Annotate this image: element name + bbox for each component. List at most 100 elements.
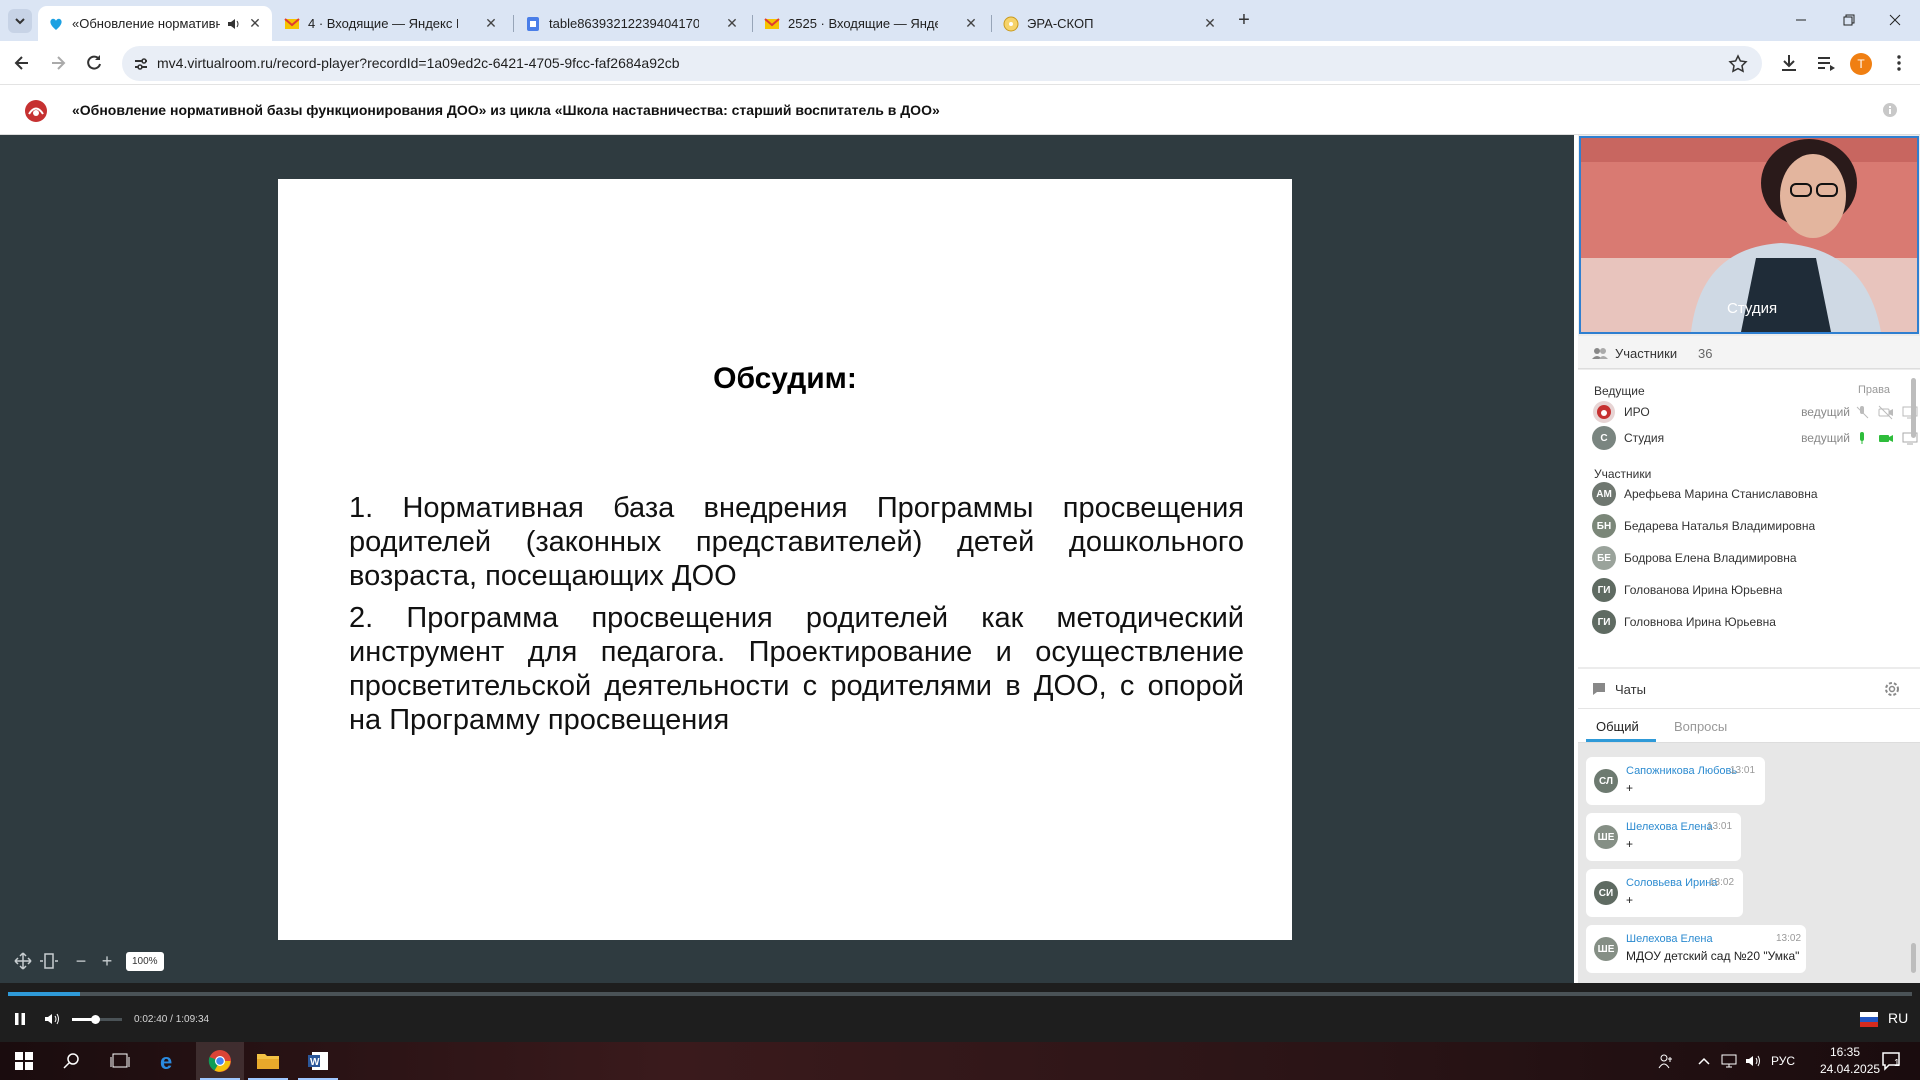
- clock[interactable]: 16:35 24.04.2025: [1820, 1044, 1880, 1078]
- participant-role: ведущий: [1801, 405, 1850, 419]
- camera-off-icon[interactable]: [1878, 404, 1894, 420]
- close-tab-icon[interactable]: ✕: [964, 16, 978, 30]
- tab-search-button[interactable]: [8, 9, 32, 33]
- iro-logo-icon: [1593, 401, 1615, 423]
- input-language[interactable]: РУС: [1771, 1054, 1795, 1068]
- zoom-in-button[interactable]: +: [96, 950, 118, 972]
- participant-name: Бодрова Елена Владимировна: [1624, 551, 1797, 565]
- close-tab-icon[interactable]: ✕: [248, 16, 262, 30]
- url-text[interactable]: mv4.virtualroom.ru/record-player?recordI…: [157, 55, 680, 71]
- chat-message: СЛ Сапожникова Любовь 13:01 +: [1586, 757, 1765, 805]
- chevron-up-icon[interactable]: [1697, 1054, 1711, 1068]
- message-time: 13:02: [1776, 933, 1802, 944]
- pause-button[interactable]: [12, 1011, 28, 1027]
- chrome-taskbar-button[interactable]: [196, 1042, 244, 1080]
- restore-icon: [1843, 14, 1855, 26]
- participant-row[interactable]: ГИ Голованова Ирина Юрьевна: [1592, 578, 1892, 602]
- tab-title: ЭРА-СКОП: [1027, 16, 1094, 31]
- avatar: ГИ: [1592, 610, 1616, 634]
- address-bar[interactable]: mv4.virtualroom.ru/record-player?recordI…: [122, 46, 1762, 81]
- site-settings-icon[interactable]: [132, 55, 150, 73]
- notification-icon: [1882, 1052, 1900, 1071]
- browser-tab[interactable]: 4 · Входящие — Яндекс Почта ✕: [274, 6, 508, 41]
- message-text: +: [1626, 837, 1634, 851]
- zoom-out-button[interactable]: −: [70, 950, 92, 972]
- action-center-button[interactable]: 1: [1880, 1050, 1904, 1072]
- start-button[interactable]: [0, 1042, 48, 1080]
- chat-message: ШЕ Шелехова Елена 13:02 МДОУ детский сад…: [1586, 925, 1806, 973]
- clock-time: 16:35: [1829, 1045, 1861, 1059]
- volume-slider[interactable]: [72, 1015, 122, 1024]
- fit-width-icon: [40, 953, 58, 969]
- minimize-button[interactable]: [1788, 8, 1814, 32]
- tab-general[interactable]: Общий: [1596, 719, 1639, 734]
- russian-flag-icon[interactable]: [1860, 1010, 1878, 1028]
- reload-button[interactable]: [82, 51, 106, 75]
- speaker-tray-icon[interactable]: [1744, 1053, 1762, 1069]
- slide-item-2: 2. Программа просвещения родителей как м…: [349, 602, 1244, 736]
- back-button[interactable]: [10, 51, 34, 75]
- message-time: 13:02: [1709, 877, 1735, 888]
- speaker-icon[interactable]: [226, 17, 240, 31]
- tab-title: table8639321223940417089.xls: [549, 16, 699, 31]
- player-language[interactable]: RU: [1888, 1010, 1908, 1026]
- page-header: «Обновление нормативной базы функциониро…: [0, 85, 1920, 135]
- gear-icon[interactable]: [1883, 680, 1901, 698]
- host-row[interactable]: С Студия ведущий: [1592, 426, 1918, 450]
- network-icon[interactable]: [1720, 1053, 1738, 1069]
- participant-row[interactable]: ГИ Головнова Ирина Юрьевна: [1592, 610, 1892, 634]
- avatar: АМ: [1592, 482, 1616, 506]
- browser-tab[interactable]: table8639321223940417089.xls ✕: [515, 6, 749, 41]
- participant-row[interactable]: АМ Арефьева Марина Станиславовна: [1592, 482, 1892, 506]
- avatar: ГИ: [1592, 578, 1616, 602]
- close-tab-icon[interactable]: ✕: [725, 16, 739, 30]
- people-tray-icon[interactable]: [1658, 1053, 1674, 1069]
- browser-menu-button[interactable]: [1888, 52, 1910, 74]
- browser-tab[interactable]: «Обновление нормативно ✕: [38, 6, 272, 41]
- host-row[interactable]: ИРО ведущий: [1592, 400, 1918, 424]
- participants-scrollbar[interactable]: [1911, 378, 1916, 438]
- folder-icon: [257, 1054, 279, 1069]
- page-title: «Обновление нормативной базы функциониро…: [72, 102, 940, 118]
- volume-knob[interactable]: [90, 1015, 100, 1024]
- mic-on-icon[interactable]: [1854, 430, 1870, 446]
- chat-message: ШЕ Шелехова Елена 13:01 +: [1586, 813, 1741, 861]
- chat-scrollbar[interactable]: [1911, 943, 1916, 973]
- volume-button[interactable]: [43, 1010, 61, 1028]
- new-tab-button[interactable]: +: [1234, 10, 1254, 30]
- progress-bar[interactable]: [8, 992, 1912, 996]
- svg-text:W: W: [310, 1057, 320, 1068]
- close-tab-icon[interactable]: ✕: [484, 16, 498, 30]
- explorer-taskbar-button[interactable]: [244, 1042, 292, 1080]
- profile-avatar[interactable]: Т: [1850, 53, 1872, 75]
- forward-button[interactable]: [46, 51, 70, 75]
- participant-row[interactable]: БЕ Бодрова Елена Владимировна: [1592, 546, 1892, 570]
- rights-label: Права: [1858, 384, 1890, 396]
- message-author: Шелехова Елена: [1626, 821, 1713, 833]
- active-tab-indicator: [1586, 739, 1656, 742]
- task-view-button[interactable]: [96, 1042, 144, 1080]
- restore-button[interactable]: [1836, 8, 1862, 32]
- media-controls-button[interactable]: [1815, 52, 1837, 74]
- close-window-button[interactable]: [1882, 8, 1908, 32]
- close-tab-icon[interactable]: ✕: [1203, 16, 1217, 30]
- participant-row[interactable]: БН Бедарева Наталья Владимировна: [1592, 514, 1892, 538]
- downloads-button[interactable]: [1778, 52, 1800, 74]
- browser-tab[interactable]: 2525 · Входящие — Яндекс По ✕: [754, 6, 988, 41]
- participants-group-label: Участники: [1594, 467, 1652, 481]
- tab-questions[interactable]: Вопросы: [1674, 719, 1727, 734]
- search-button[interactable]: [48, 1042, 96, 1080]
- camera-on-icon[interactable]: [1878, 430, 1894, 446]
- word-taskbar-button[interactable]: W: [294, 1042, 342, 1080]
- info-icon[interactable]: [1882, 102, 1898, 118]
- edge-taskbar-button[interactable]: e: [144, 1042, 192, 1080]
- task-view-icon: [110, 1053, 130, 1068]
- fit-screen-button[interactable]: [12, 950, 34, 972]
- mic-off-icon[interactable]: [1854, 404, 1870, 420]
- zoom-level: 100%: [126, 951, 164, 971]
- browser-tab[interactable]: ЭРА-СКОП ✕: [993, 6, 1227, 41]
- bookmark-star-icon[interactable]: [1728, 54, 1748, 74]
- people-icon: [1592, 348, 1608, 359]
- fit-width-button[interactable]: [38, 950, 60, 972]
- search-icon: [63, 1053, 79, 1069]
